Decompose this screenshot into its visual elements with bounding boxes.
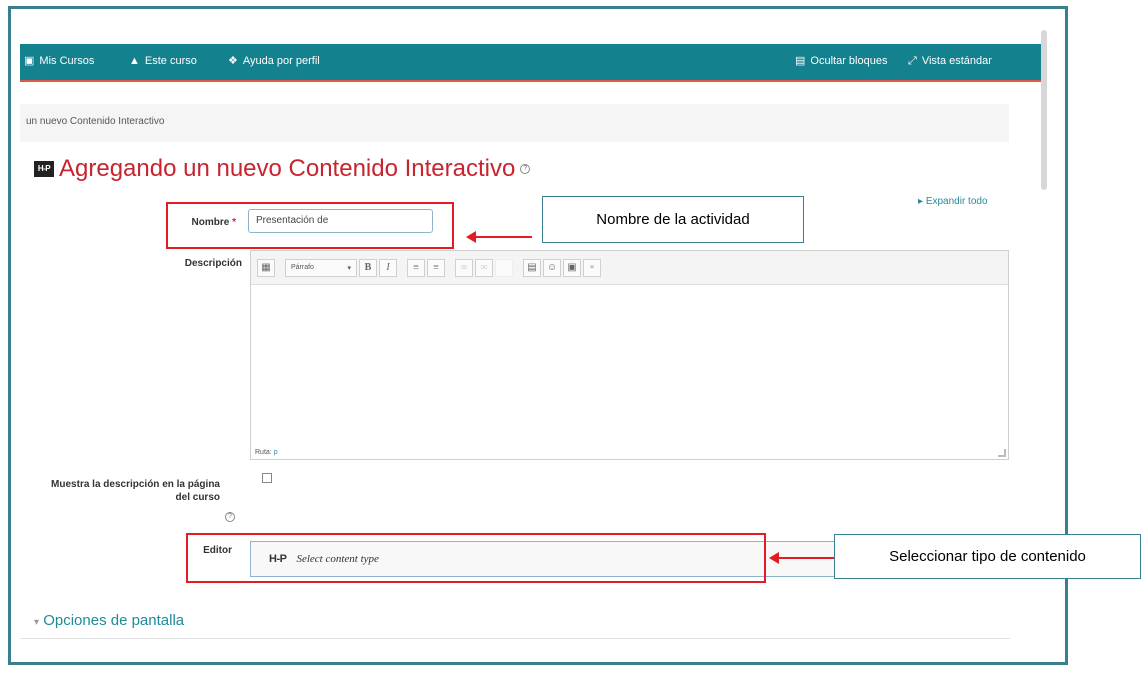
show-description-label: Muestra la descripción en la página del … (30, 478, 220, 504)
sidebar-toggle-icon: ▤ (795, 54, 806, 67)
media-icon[interactable]: ▣ (563, 258, 581, 277)
format-select-value: Párrafo (291, 264, 314, 271)
breadcrumb: un nuevo Contenido Interactivo (20, 104, 1009, 142)
nav-ayuda-perfil[interactable]: ❖ Ayuda por perfil (228, 55, 320, 67)
name-callout: Nombre de la actividad (542, 196, 804, 243)
resize-handle[interactable] (998, 449, 1006, 457)
top-navbar: ▣ Mis Cursos ▲ Este curso ❖ Ayuda por pe… (20, 44, 1045, 82)
link-icon[interactable]: ∞ (455, 258, 473, 277)
content-type-callout-arrow (777, 557, 834, 559)
page-title: H-P Agregando un nuevo Contenido Interac… (34, 155, 531, 183)
nav-este-curso-label: Este curso (144, 55, 197, 67)
arrowhead-left-icon (466, 231, 476, 243)
page-title-text: Agregando un nuevo Contenido Interactivo (59, 155, 516, 182)
blank-button (495, 258, 513, 277)
show-description-line-1: Muestra la descripción en la página (51, 479, 220, 490)
italic-button[interactable]: I (379, 258, 397, 277)
triangle-right-icon: ▸ (918, 196, 924, 207)
description-label: Descripción (184, 258, 242, 269)
h5p-activity-icon: H-P (34, 161, 54, 177)
show-description-checkbox[interactable] (262, 473, 272, 483)
nav-mis-cursos-label: Mis Cursos (39, 55, 95, 67)
page-scrollbar[interactable] (1041, 30, 1047, 190)
nav-mis-cursos[interactable]: ▣ Mis Cursos (24, 55, 94, 67)
numbered-list-button[interactable]: ≡ (427, 258, 445, 277)
chevron-down-icon: ▾ (347, 264, 351, 272)
name-highlight-box (166, 202, 454, 249)
lifebuoy-icon: ❖ (228, 54, 238, 67)
collapse-chevron-icon: ▾ (34, 617, 40, 628)
hide-blocks-label: Ocultar bloques (810, 55, 888, 67)
content-type-highlight-box (186, 533, 766, 583)
editor-toolbar: ▦ Párrafo ▾ B I ≡ ≡ ∞ ∞ ▤ ☺ ▣ ▫ (251, 251, 1008, 285)
toolbar-toggle-button[interactable]: ▦ (257, 258, 275, 277)
standard-view-button[interactable]: ⤢ Vista estándar (908, 55, 992, 67)
editor-path: Ruta: p (255, 449, 278, 456)
section-divider (20, 638, 1010, 639)
compress-icon: ⤢ (908, 54, 917, 67)
help-icon[interactable]: ? (520, 164, 531, 174)
emoticon-icon[interactable]: ☺ (543, 258, 561, 277)
briefcase-icon: ▣ (24, 54, 35, 67)
help-icon[interactable]: ? (225, 512, 235, 522)
manage-files-icon[interactable]: ▫ (583, 258, 601, 277)
name-callout-arrow (474, 236, 532, 238)
breadcrumb-text[interactable]: un nuevo Contenido Interactivo (26, 116, 164, 127)
name-callout-text: Nombre de la actividad (596, 211, 750, 228)
unlink-icon[interactable]: ∞ (475, 258, 493, 277)
content-type-callout-text: Seleccionar tipo de contenido (889, 548, 1086, 565)
hide-blocks-button[interactable]: ▤ Ocultar bloques (795, 55, 887, 67)
nav-este-curso[interactable]: ▲ Este curso (129, 55, 197, 67)
nav-ayuda-perfil-label: Ayuda por perfil (242, 55, 320, 67)
bold-button[interactable]: B (359, 258, 377, 277)
content-type-callout: Seleccionar tipo de contenido (834, 534, 1141, 579)
expand-all-link[interactable]: ▸ Expandir todo (918, 196, 988, 207)
description-editor[interactable]: ▦ Párrafo ▾ B I ≡ ≡ ∞ ∞ ▤ ☺ ▣ ▫ Ruta: p (250, 250, 1009, 460)
arrowhead-left-icon (769, 552, 779, 564)
show-description-line-2: del curso (175, 492, 220, 503)
standard-view-label: Vista estándar (921, 55, 992, 67)
expand-all-label: Expandir todo (925, 196, 988, 207)
display-options-section[interactable]: ▾ Opciones de pantalla (34, 612, 184, 629)
path-label: Ruta: (255, 449, 272, 456)
bullet-list-button[interactable]: ≡ (407, 258, 425, 277)
paragraph-format-select[interactable]: Párrafo ▾ (285, 258, 357, 277)
path-value[interactable]: p (274, 449, 278, 456)
image-icon[interactable]: ▤ (523, 258, 541, 277)
sitemap-icon: ▲ (129, 54, 140, 67)
display-options-label: Opciones de pantalla (43, 612, 185, 629)
